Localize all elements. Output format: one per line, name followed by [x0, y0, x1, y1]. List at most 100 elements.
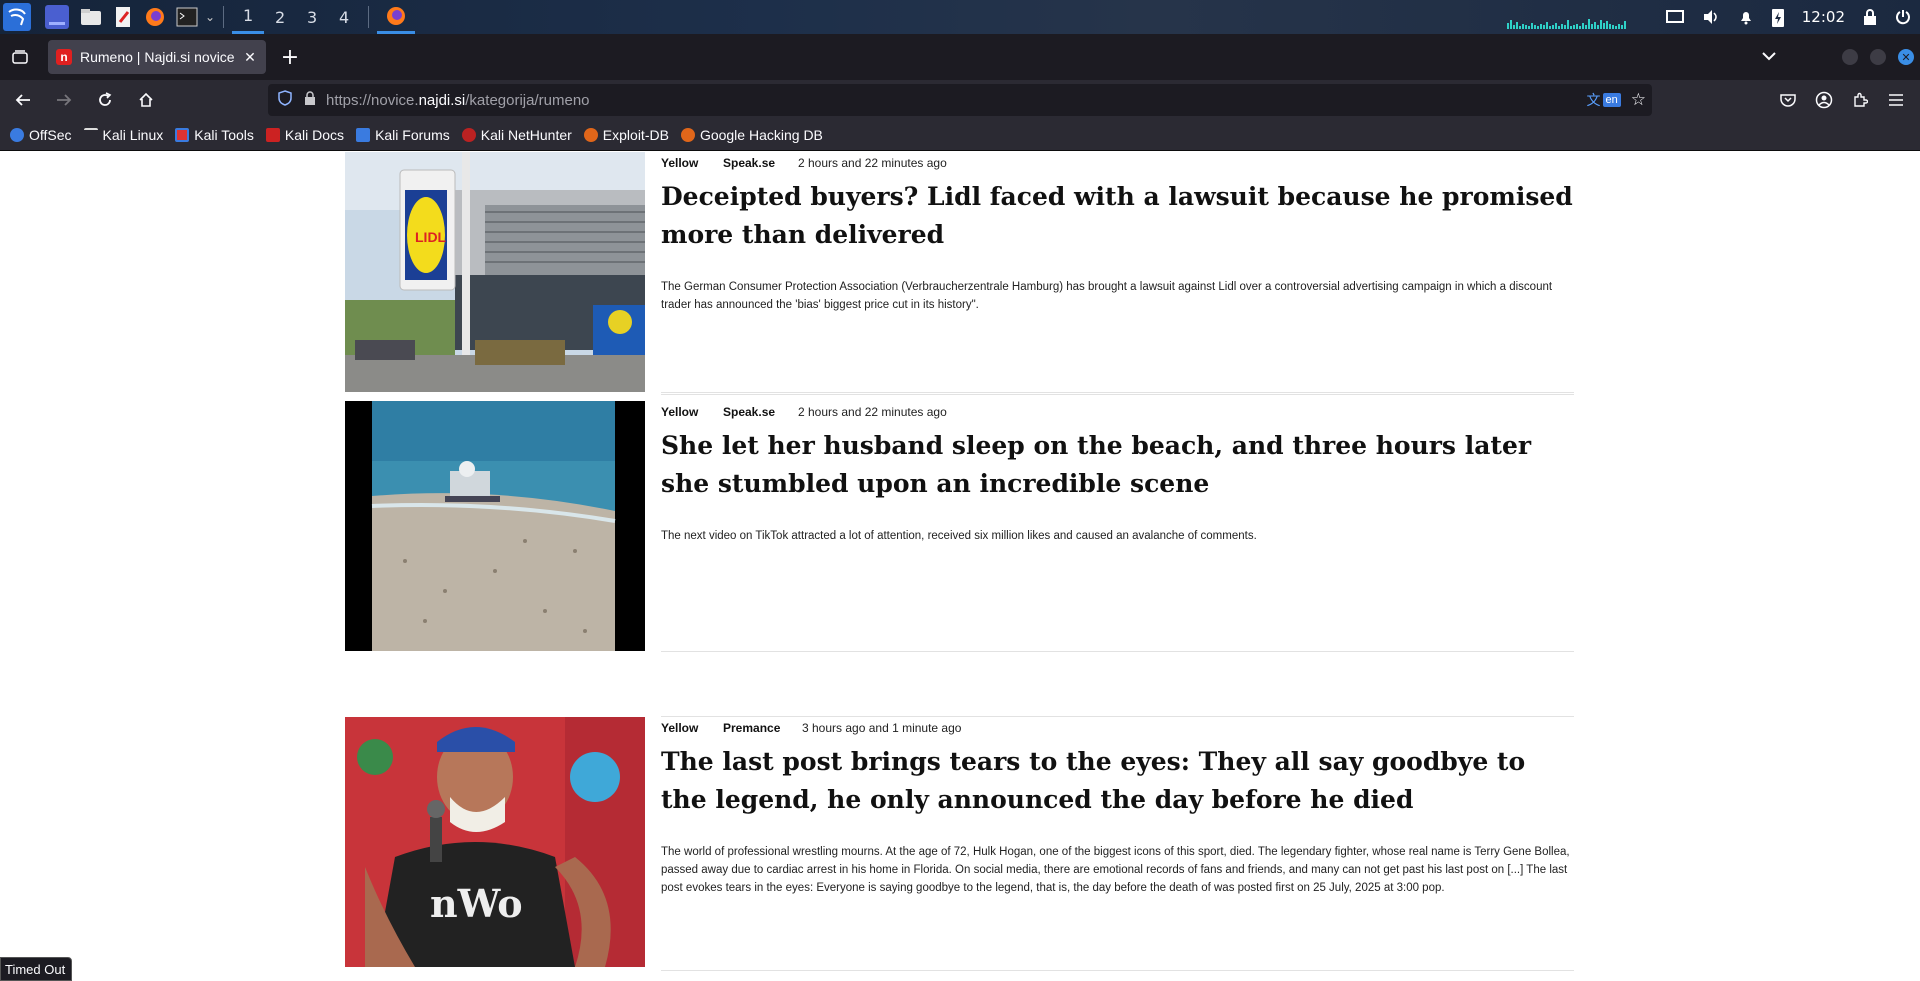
- kali-dragon-icon: [83, 128, 98, 142]
- url-domain: najdi.si: [418, 91, 466, 109]
- bookmark-google-hacking-db[interactable]: Google Hacking DB: [680, 127, 823, 143]
- article-summary: The world of professional wrestling mour…: [661, 846, 1570, 894]
- kali-tools-icon: [175, 128, 190, 142]
- article-card[interactable]: LIDL Yellow Speak.se 2 hours and 22 minu…: [345, 152, 1574, 393]
- article-divider: [661, 394, 1574, 395]
- file-manager-icon[interactable]: [79, 5, 103, 29]
- article-source[interactable]: Premance: [723, 721, 802, 735]
- article-divider: [661, 970, 1574, 971]
- desktop-icon[interactable]: [45, 5, 69, 29]
- browser-tab-bar: n Rumeno | Najdi.si novice ✕ + ✕: [0, 34, 1920, 80]
- article-card[interactable]: Yellow Speak.se 2 hours and 22 minutes a…: [345, 394, 1574, 652]
- bookmark-kali-tools[interactable]: Kali Tools: [175, 127, 254, 143]
- bookmark-label: Kali Docs: [284, 127, 345, 143]
- article-card[interactable]: nWo Yellow Premance 3 hours ago and 1 mi…: [345, 716, 1574, 971]
- taskbar-firefox-window[interactable]: [377, 0, 416, 34]
- article-meta: Yellow Speak.se 2 hours and 22 minutes a…: [661, 152, 1574, 174]
- minimize-window-button[interactable]: [1842, 49, 1858, 65]
- reload-button[interactable]: [87, 84, 123, 116]
- tab-close-icon[interactable]: ✕: [242, 49, 258, 66]
- workspace-1[interactable]: 1: [232, 0, 265, 34]
- firefox-view-icon[interactable]: [0, 34, 40, 80]
- bookmark-exploit-db[interactable]: Exploit-DB: [583, 127, 669, 143]
- cpu-usage-graph: [1506, 5, 1647, 29]
- bookmark-label: Exploit-DB: [602, 127, 669, 143]
- battery-power-icon[interactable]: [1763, 0, 1793, 34]
- bookmark-kali-linux[interactable]: Kali Linux: [83, 127, 164, 143]
- article-image-beach[interactable]: [345, 401, 645, 651]
- article-time: 2 hours and 22 minutes ago: [798, 405, 947, 419]
- close-window-button[interactable]: ✕: [1898, 49, 1914, 65]
- article-time: 2 hours and 22 minutes ago: [798, 156, 947, 170]
- bookmark-label: Kali Linux: [102, 127, 164, 143]
- bookmark-kali-docs[interactable]: Kali Docs: [265, 127, 345, 143]
- browser-tab-active[interactable]: n Rumeno | Najdi.si novice ✕: [48, 40, 266, 74]
- bookmark-label: Kali Tools: [194, 127, 254, 143]
- najdi-favicon-icon: n: [56, 49, 72, 65]
- display-icon[interactable]: [1657, 0, 1693, 34]
- kali-menu-icon[interactable]: [3, 3, 31, 31]
- translate-lang: en: [1602, 93, 1621, 107]
- tracking-protection-shield-icon[interactable]: [278, 90, 292, 110]
- article-divider: [661, 651, 1574, 652]
- workspace-2[interactable]: 2: [264, 0, 296, 34]
- text-editor-icon[interactable]: [111, 5, 135, 29]
- bookmark-label: Google Hacking DB: [699, 127, 823, 143]
- desktop-top-panel: ⌄ 1 2 3 4 12:02: [0, 0, 1920, 34]
- bookmark-offsec[interactable]: OffSec: [10, 127, 72, 143]
- back-button[interactable]: [5, 84, 41, 116]
- chevron-down-icon[interactable]: ⌄: [205, 10, 215, 24]
- forward-button[interactable]: [46, 84, 82, 116]
- bookmark-star-icon[interactable]: ☆: [1631, 90, 1646, 110]
- page-content: LIDL Yellow Speak.se 2 hours and 22 minu…: [0, 152, 1920, 981]
- hamburger-menu-icon[interactable]: [1878, 84, 1914, 116]
- bookmark-kali-nethunter[interactable]: Kali NetHunter: [461, 127, 572, 143]
- clock[interactable]: 12:02: [1793, 0, 1854, 34]
- power-icon[interactable]: [1886, 0, 1920, 34]
- kali-forums-icon: [356, 128, 371, 142]
- ghdb-icon: [680, 128, 695, 142]
- translate-icon[interactable]: 文 en: [1587, 90, 1621, 110]
- article-body: Yellow Premance 3 hours ago and 1 minute…: [661, 717, 1574, 897]
- article-image-lidl[interactable]: LIDL: [345, 152, 645, 392]
- workspace-4[interactable]: 4: [328, 0, 360, 34]
- article-source[interactable]: Speak.se: [723, 156, 798, 170]
- maximize-window-button[interactable]: [1870, 49, 1886, 65]
- article-divider: [661, 392, 1574, 393]
- bookmark-label: Kali NetHunter: [480, 127, 572, 143]
- list-all-tabs-icon[interactable]: [1762, 49, 1776, 65]
- account-icon[interactable]: [1806, 84, 1842, 116]
- firefox-launcher-icon[interactable]: [143, 5, 167, 29]
- article-headline[interactable]: She let her husband sleep on the beach, …: [661, 427, 1574, 503]
- pocket-icon[interactable]: [1770, 84, 1806, 116]
- article-summary: The German Consumer Protection Associati…: [661, 281, 1553, 311]
- home-button[interactable]: [128, 84, 164, 116]
- workspace-3[interactable]: 3: [296, 0, 328, 34]
- url-prefix: https://novice.: [326, 91, 419, 109]
- panel-separator: [368, 6, 370, 28]
- lock-icon[interactable]: [1854, 0, 1886, 34]
- new-tab-button[interactable]: +: [272, 39, 308, 75]
- article-headline[interactable]: The last post brings tears to the eyes: …: [661, 743, 1574, 819]
- svg-text:nWo: nWo: [430, 881, 523, 926]
- article-meta: Yellow Speak.se 2 hours and 22 minutes a…: [661, 401, 1574, 423]
- extensions-icon[interactable]: [1842, 84, 1878, 116]
- bookmark-kali-forums[interactable]: Kali Forums: [356, 127, 450, 143]
- url-text[interactable]: https://novice.najdi.si/kategorija/rumen…: [326, 92, 590, 109]
- article-image-wrestler[interactable]: nWo: [345, 717, 645, 967]
- lock-icon[interactable]: [304, 91, 316, 109]
- browser-navigation-bar: https://novice.najdi.si/kategorija/rumen…: [0, 80, 1920, 120]
- url-bar[interactable]: https://novice.najdi.si/kategorija/rumen…: [268, 84, 1652, 116]
- notification-bell-icon[interactable]: [1729, 0, 1763, 34]
- article-category[interactable]: Yellow: [661, 156, 723, 170]
- article-category[interactable]: Yellow: [661, 405, 723, 419]
- article-source[interactable]: Speak.se: [723, 405, 798, 419]
- article-time: 3 hours ago and 1 minute ago: [802, 721, 962, 735]
- article-headline[interactable]: Deceipted buyers? Lidl faced with a laws…: [661, 178, 1574, 254]
- article-body: Yellow Speak.se 2 hours and 22 minutes a…: [661, 401, 1574, 545]
- status-panel: Timed Out: [0, 957, 73, 981]
- volume-icon[interactable]: [1693, 0, 1729, 34]
- article-category[interactable]: Yellow: [661, 721, 723, 735]
- terminal-icon[interactable]: [175, 5, 199, 29]
- offsec-icon: [10, 128, 24, 142]
